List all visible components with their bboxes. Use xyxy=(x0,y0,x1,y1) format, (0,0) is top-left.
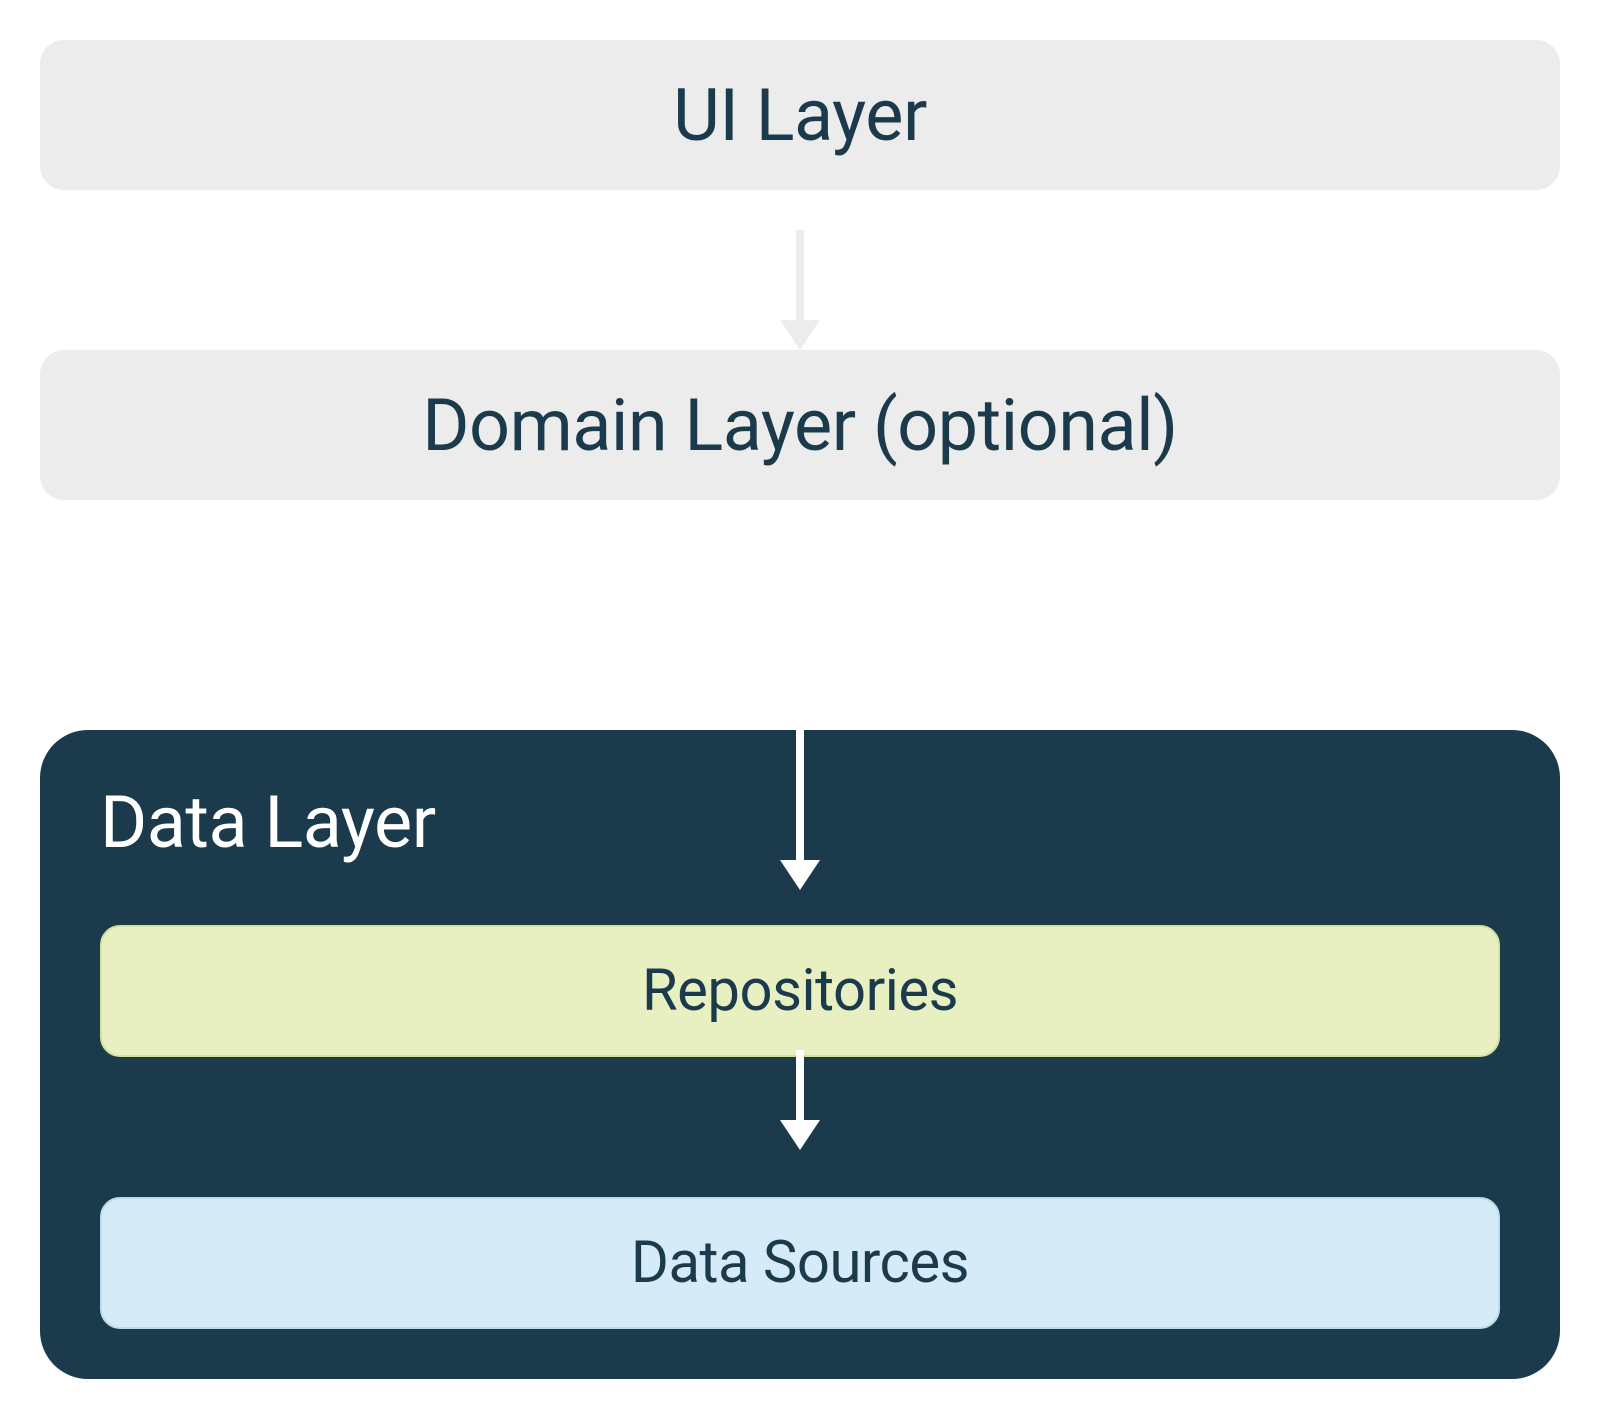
ui-layer-label: UI Layer xyxy=(673,73,927,158)
repositories-label: Repositories xyxy=(642,957,958,1025)
repositories-box: Repositories xyxy=(100,925,1500,1057)
arrow-ui-to-domain xyxy=(780,230,820,350)
arrow-line-icon xyxy=(796,230,804,320)
data-sources-box: Data Sources xyxy=(100,1197,1500,1329)
ui-layer-box: UI Layer xyxy=(40,40,1560,190)
arrow-head-icon xyxy=(780,1120,820,1150)
arrow-domain-to-data xyxy=(780,540,820,890)
domain-layer-label: Domain Layer (optional) xyxy=(422,383,1177,468)
arrow-line-icon xyxy=(796,1050,804,1120)
architecture-diagram: UI Layer Domain Layer (optional) Data La… xyxy=(40,40,1560,1379)
arrow-head-icon xyxy=(780,320,820,350)
data-sources-label: Data Sources xyxy=(631,1229,969,1297)
arrow-repos-to-sources xyxy=(780,1050,820,1150)
arrow-head-icon xyxy=(780,860,820,890)
arrow-line-icon xyxy=(796,540,804,860)
domain-layer-box: Domain Layer (optional) xyxy=(40,350,1560,500)
